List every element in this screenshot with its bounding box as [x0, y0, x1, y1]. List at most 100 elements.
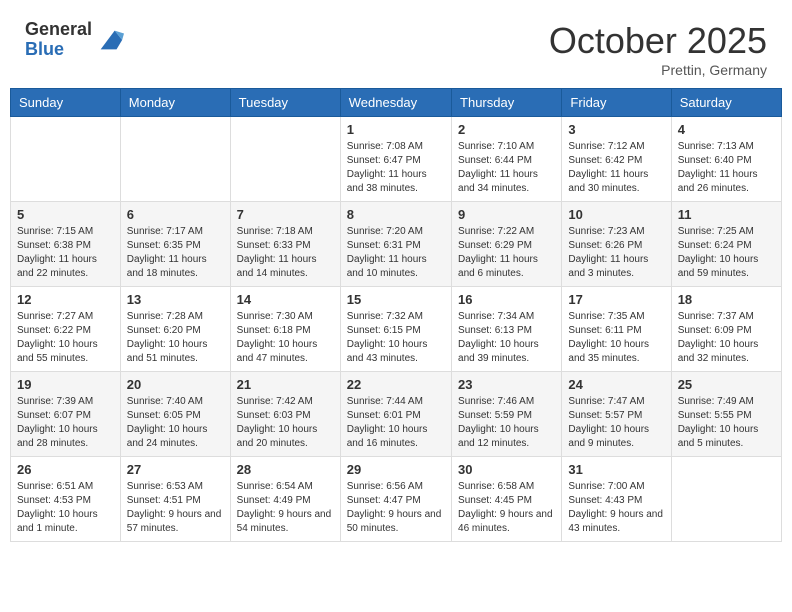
day-info: Sunrise: 7:37 AM Sunset: 6:09 PM Dayligh… [678, 310, 775, 366]
calendar-day-header: Saturday [671, 89, 781, 117]
day-info: Sunrise: 7:49 AM Sunset: 5:55 PM Dayligh… [678, 395, 775, 451]
logo-general: General [25, 20, 92, 40]
day-number: 19 [17, 377, 114, 392]
calendar-week-row: 1 Sunrise: 7:08 AM Sunset: 6:47 PM Daylig… [11, 117, 782, 202]
calendar-cell: 19 Sunrise: 7:39 AM Sunset: 6:07 PM Dayli… [11, 372, 121, 457]
calendar-cell: 2Sunrise: 7:10 AM Sunset: 6:44 PM Daylig… [452, 117, 562, 202]
day-info: Sunrise: 7:44 AM Sunset: 6:01 PM Dayligh… [347, 395, 445, 451]
day-number: 23 [458, 377, 555, 392]
calendar-cell: 29 Sunrise: 6:56 AM Sunset: 4:47 PM Dayli… [340, 457, 451, 542]
calendar-cell [671, 457, 781, 542]
calendar-cell: 23 Sunrise: 7:46 AM Sunset: 5:59 PM Dayli… [452, 372, 562, 457]
calendar-week-row: 5 Sunrise: 7:15 AM Sunset: 6:38 PM Daylig… [11, 202, 782, 287]
day-info: Sunrise: 7:23 AM Sunset: 6:26 PM Dayligh… [568, 225, 664, 281]
calendar-cell: 9 Sunrise: 7:22 AM Sunset: 6:29 PM Daylig… [452, 202, 562, 287]
day-number: 29 [347, 462, 445, 477]
calendar-day-header: Sunday [11, 89, 121, 117]
day-info: Sunrise: 7:15 AM Sunset: 6:38 PM Dayligh… [17, 225, 114, 281]
day-info: Sunrise: 7:13 AM Sunset: 6:40 PM Dayligh… [678, 140, 775, 196]
calendar-cell: 15Sunrise: 7:32 AM Sunset: 6:15 PM Dayli… [340, 287, 451, 372]
day-info: Sunrise: 7:47 AM Sunset: 5:57 PM Dayligh… [568, 395, 664, 451]
page-header: General Blue October 2025 Prettin, Germa… [10, 10, 782, 83]
logo-icon [96, 26, 124, 54]
calendar-cell: 12 Sunrise: 7:27 AM Sunset: 6:22 PM Dayli… [11, 287, 121, 372]
day-number: 20 [127, 377, 224, 392]
day-number: 1 [347, 122, 445, 137]
day-info: Sunrise: 7:32 AM Sunset: 6:15 PM Dayligh… [347, 310, 445, 366]
calendar-day-header: Friday [562, 89, 671, 117]
day-number: 12 [17, 292, 114, 307]
day-number: 26 [17, 462, 114, 477]
calendar-cell: 16 Sunrise: 7:34 AM Sunset: 6:13 PM Dayli… [452, 287, 562, 372]
calendar-cell: 18 Sunrise: 7:37 AM Sunset: 6:09 PM Dayli… [671, 287, 781, 372]
day-info: Sunrise: 7:00 AM Sunset: 4:43 PM Dayligh… [568, 480, 664, 536]
day-number: 3 [568, 122, 664, 137]
day-number: 16 [458, 292, 555, 307]
day-info: Sunrise: 7:30 AM Sunset: 6:18 PM Dayligh… [237, 310, 334, 366]
day-number: 27 [127, 462, 224, 477]
calendar-cell: 17Sunrise: 7:35 AM Sunset: 6:11 PM Dayli… [562, 287, 671, 372]
calendar-week-row: 19 Sunrise: 7:39 AM Sunset: 6:07 PM Dayli… [11, 372, 782, 457]
day-info: Sunrise: 6:51 AM Sunset: 4:53 PM Dayligh… [17, 480, 114, 536]
calendar-cell: 27 Sunrise: 6:53 AM Sunset: 4:51 PM Dayli… [120, 457, 230, 542]
day-info: Sunrise: 7:46 AM Sunset: 5:59 PM Dayligh… [458, 395, 555, 451]
calendar-cell: 7Sunrise: 7:18 AM Sunset: 6:33 PM Daylig… [230, 202, 340, 287]
calendar-day-header: Wednesday [340, 89, 451, 117]
day-number: 10 [568, 207, 664, 222]
calendar-header-row: SundayMondayTuesdayWednesdayThursdayFrid… [11, 89, 782, 117]
calendar-day-header: Monday [120, 89, 230, 117]
day-info: Sunrise: 7:27 AM Sunset: 6:22 PM Dayligh… [17, 310, 114, 366]
day-number: 8 [347, 207, 445, 222]
day-info: Sunrise: 7:12 AM Sunset: 6:42 PM Dayligh… [568, 140, 664, 196]
calendar-cell: 24 Sunrise: 7:47 AM Sunset: 5:57 PM Dayli… [562, 372, 671, 457]
day-info: Sunrise: 7:34 AM Sunset: 6:13 PM Dayligh… [458, 310, 555, 366]
calendar-cell: 21Sunrise: 7:42 AM Sunset: 6:03 PM Dayli… [230, 372, 340, 457]
day-number: 2 [458, 122, 555, 137]
day-info: Sunrise: 7:42 AM Sunset: 6:03 PM Dayligh… [237, 395, 334, 451]
calendar-cell: 26 Sunrise: 6:51 AM Sunset: 4:53 PM Dayli… [11, 457, 121, 542]
day-number: 22 [347, 377, 445, 392]
calendar-cell: 31 Sunrise: 7:00 AM Sunset: 4:43 PM Dayli… [562, 457, 671, 542]
day-number: 5 [17, 207, 114, 222]
calendar-cell: 10 Sunrise: 7:23 AM Sunset: 6:26 PM Dayli… [562, 202, 671, 287]
day-info: Sunrise: 7:17 AM Sunset: 6:35 PM Dayligh… [127, 225, 224, 281]
day-info: Sunrise: 7:20 AM Sunset: 6:31 PM Dayligh… [347, 225, 445, 281]
calendar-cell [230, 117, 340, 202]
calendar-cell: 4 Sunrise: 7:13 AM Sunset: 6:40 PM Daylig… [671, 117, 781, 202]
calendar-cell: 8 Sunrise: 7:20 AM Sunset: 6:31 PM Daylig… [340, 202, 451, 287]
day-info: Sunrise: 6:54 AM Sunset: 4:49 PM Dayligh… [237, 480, 334, 536]
day-number: 24 [568, 377, 664, 392]
day-number: 9 [458, 207, 555, 222]
calendar-cell: 25Sunrise: 7:49 AM Sunset: 5:55 PM Dayli… [671, 372, 781, 457]
title-section: October 2025 Prettin, Germany [549, 20, 767, 78]
calendar-cell: 13 Sunrise: 7:28 AM Sunset: 6:20 PM Dayli… [120, 287, 230, 372]
day-info: Sunrise: 7:40 AM Sunset: 6:05 PM Dayligh… [127, 395, 224, 451]
calendar-cell: 20 Sunrise: 7:40 AM Sunset: 6:05 PM Dayli… [120, 372, 230, 457]
day-number: 28 [237, 462, 334, 477]
day-number: 30 [458, 462, 555, 477]
day-info: Sunrise: 6:53 AM Sunset: 4:51 PM Dayligh… [127, 480, 224, 536]
day-number: 13 [127, 292, 224, 307]
location: Prettin, Germany [549, 62, 767, 78]
month-title: October 2025 [549, 20, 767, 62]
day-info: Sunrise: 6:56 AM Sunset: 4:47 PM Dayligh… [347, 480, 445, 536]
day-info: Sunrise: 7:28 AM Sunset: 6:20 PM Dayligh… [127, 310, 224, 366]
calendar-week-row: 12 Sunrise: 7:27 AM Sunset: 6:22 PM Dayli… [11, 287, 782, 372]
calendar-cell: 14 Sunrise: 7:30 AM Sunset: 6:18 PM Dayli… [230, 287, 340, 372]
day-number: 18 [678, 292, 775, 307]
day-number: 31 [568, 462, 664, 477]
day-number: 6 [127, 207, 224, 222]
logo-text: General Blue [25, 20, 92, 60]
calendar-cell: 5 Sunrise: 7:15 AM Sunset: 6:38 PM Daylig… [11, 202, 121, 287]
calendar-cell: 30 Sunrise: 6:58 AM Sunset: 4:45 PM Dayli… [452, 457, 562, 542]
day-info: Sunrise: 7:22 AM Sunset: 6:29 PM Dayligh… [458, 225, 555, 281]
day-info: Sunrise: 7:39 AM Sunset: 6:07 PM Dayligh… [17, 395, 114, 451]
calendar-cell: 6 Sunrise: 7:17 AM Sunset: 6:35 PM Daylig… [120, 202, 230, 287]
day-number: 11 [678, 207, 775, 222]
day-number: 14 [237, 292, 334, 307]
day-info: Sunrise: 7:08 AM Sunset: 6:47 PM Dayligh… [347, 140, 445, 196]
day-info: Sunrise: 6:58 AM Sunset: 4:45 PM Dayligh… [458, 480, 555, 536]
calendar-table: SundayMondayTuesdayWednesdayThursdayFrid… [10, 88, 782, 542]
calendar-week-row: 26 Sunrise: 6:51 AM Sunset: 4:53 PM Dayli… [11, 457, 782, 542]
day-number: 4 [678, 122, 775, 137]
